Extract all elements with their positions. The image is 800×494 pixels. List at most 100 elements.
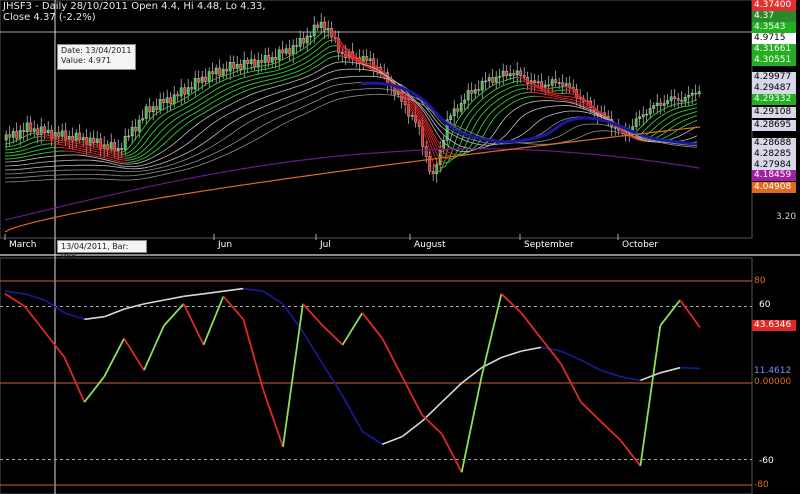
candle-body-196	[690, 92, 694, 96]
price-tag-3: 4.9715	[752, 33, 796, 44]
candle-body-30	[109, 142, 113, 150]
month-label-1: Jun	[218, 240, 233, 250]
candle-body-26	[95, 138, 99, 143]
candle-body-159	[561, 82, 565, 86]
candle-body-40	[144, 106, 148, 119]
price-tag-10: 4.28695	[752, 120, 796, 131]
candle-body-78	[277, 49, 281, 61]
candle-body-127	[449, 115, 453, 121]
candle-body-56	[200, 76, 204, 83]
candle-body-87	[309, 35, 313, 38]
short-ma-5-30	[120, 161, 126, 163]
candle-body-69	[246, 60, 250, 64]
candle-body-188	[662, 103, 666, 106]
candle-body-151	[533, 80, 537, 83]
candle-body-6	[25, 122, 29, 133]
candle-body-58	[207, 71, 211, 82]
candle-body-75	[267, 55, 271, 63]
short-ma-0-19	[76, 140, 82, 143]
short-ma-3-142	[568, 96, 574, 98]
short-ma-2-2	[8, 148, 14, 151]
candle-body-34	[123, 135, 127, 150]
short-ma-0-1	[4, 142, 10, 145]
price-tag-14: 4.18459	[752, 170, 796, 181]
candle-body-194	[683, 97, 687, 102]
candle-body-59	[211, 71, 215, 75]
candle-body-4	[18, 130, 22, 139]
candle-body-195	[687, 94, 691, 98]
candle-body-90	[319, 21, 323, 28]
short-ma-5-139	[556, 98, 562, 100]
candle-body-158	[557, 82, 561, 84]
candle-body-65	[232, 62, 236, 69]
osc-label-80: 80	[754, 276, 766, 286]
short-ma-0-140	[560, 86, 566, 88]
candle-body-104	[368, 58, 372, 61]
short-ma-3-139	[556, 94, 562, 97]
tooltip-value: Value: 4.971	[61, 56, 112, 65]
candle-body-77	[274, 57, 278, 61]
candle-body-15	[57, 132, 61, 137]
candle-body-16	[60, 130, 64, 137]
candle-body-47	[169, 97, 173, 105]
candle-body-144	[508, 73, 512, 76]
candle-body-183	[645, 113, 649, 116]
cursor-date-label: 13/04/2011, Bar: 988	[57, 240, 147, 261]
candle-body-33	[120, 147, 124, 150]
candle-body-81	[288, 48, 292, 55]
osc-panel	[0, 257, 753, 494]
chart-header: JHSF3 - Daily 28/10/2011 Open 4.4, Hi 4.…	[3, 1, 266, 23]
candle-body-135	[477, 89, 481, 91]
candle-body-82	[291, 45, 295, 55]
candle-body-0	[4, 134, 8, 141]
short-ma-0-64	[256, 65, 262, 68]
candle-body-49	[176, 94, 180, 97]
candle-body-103	[365, 56, 369, 61]
candle-body-36	[130, 126, 134, 137]
candle-body-198	[697, 91, 701, 95]
candle-body-48	[172, 94, 176, 104]
short-ma-5-4	[16, 157, 22, 159]
candle-body-46	[165, 97, 169, 103]
candle-body-37	[134, 126, 138, 132]
candle-body-132	[466, 90, 470, 101]
candle-body-76	[270, 57, 274, 63]
candle-body-89	[316, 24, 320, 28]
candle-body-50	[179, 87, 183, 97]
candle-body-148	[522, 75, 526, 78]
candle-body-138	[487, 77, 491, 82]
price-tag-11: 4.28688	[752, 138, 796, 149]
candle-body-70	[249, 59, 253, 64]
candle-body-24	[88, 137, 92, 146]
short-ma-1-139	[556, 89, 562, 92]
candle-body-11	[43, 126, 47, 133]
short-ma-2-129	[516, 84, 522, 86]
short-ma-5-135	[540, 96, 546, 98]
osc-label-minus60: -60	[759, 456, 774, 466]
candle-body-25	[92, 137, 96, 144]
candle-body-43	[155, 106, 159, 110]
candle-body-181	[638, 116, 642, 120]
short-ma-0-169	[676, 102, 682, 105]
short-ma-5-3	[12, 157, 18, 160]
candle-body-9	[36, 128, 40, 135]
candle-body-35	[127, 135, 131, 138]
short-ma-5-11	[44, 151, 50, 154]
header-line1: JHSF3 - Daily 28/10/2011 Open 4.4, Hi 4.…	[3, 1, 266, 12]
short-ma-5-18	[72, 151, 78, 153]
short-ma-2-21	[84, 146, 90, 149]
short-ma-5-138	[552, 97, 558, 100]
candle-body-192	[676, 98, 680, 101]
short-ma-5-137	[548, 97, 554, 99]
candle-body-129	[456, 108, 460, 112]
candle-body-91	[323, 21, 327, 31]
candle-body-53	[190, 87, 194, 90]
candle-body-134	[473, 89, 477, 94]
candle-body-52	[186, 87, 190, 95]
short-ma-1-82	[328, 34, 334, 36]
candle-body-152	[536, 81, 540, 84]
header-line2: Close 4.37 (-2.2%)	[3, 12, 96, 23]
candle-body-142	[501, 70, 505, 77]
candle-body-60	[214, 67, 218, 75]
candle-body-62	[221, 68, 225, 76]
